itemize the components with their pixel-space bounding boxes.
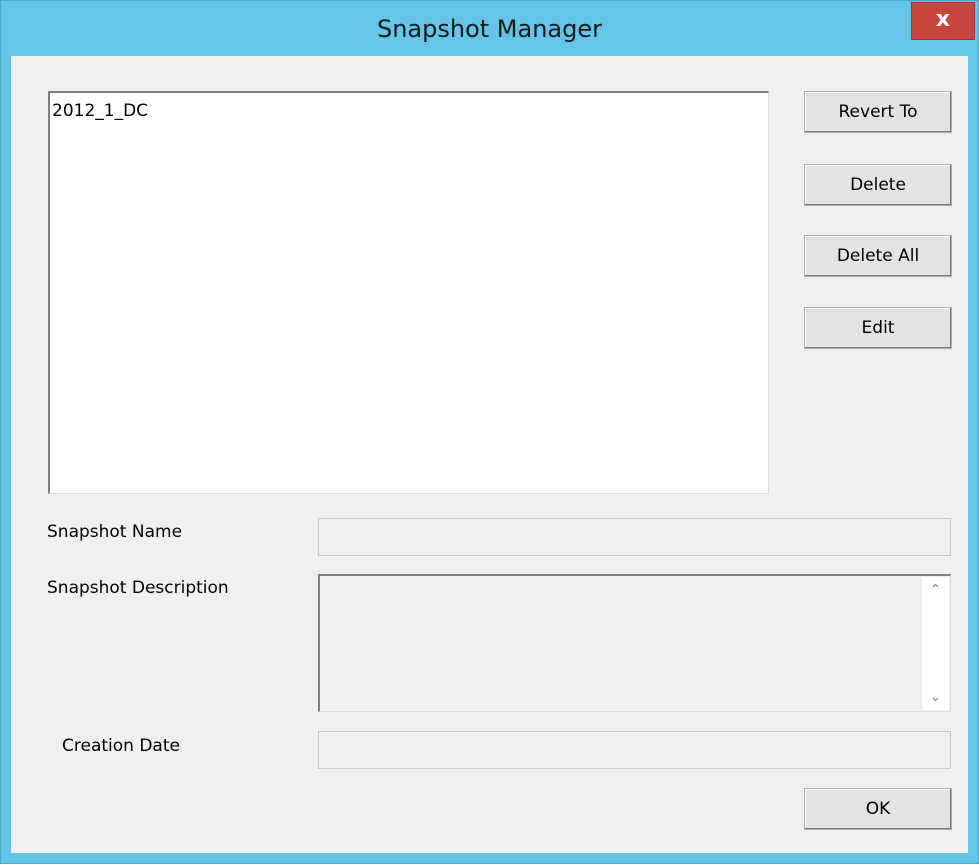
ok-button[interactable]: OK	[804, 788, 952, 830]
snapshot-description-label: Snapshot Description	[47, 578, 229, 598]
delete-all-button[interactable]: Delete All	[804, 235, 952, 277]
edit-button[interactable]: Edit	[804, 307, 952, 349]
dialog-client-area: 2012_1_DC Revert To Delete Delete All Ed…	[11, 56, 968, 853]
snapshot-name-field[interactable]	[318, 518, 951, 556]
chevron-down-icon[interactable]: ⌄	[922, 684, 949, 710]
creation-date-field[interactable]	[318, 731, 951, 769]
description-scrollbar[interactable]: ⌃ ⌄	[921, 577, 949, 710]
delete-button[interactable]: Delete	[804, 164, 952, 206]
snapshot-name-label: Snapshot Name	[47, 522, 183, 542]
snapshot-list[interactable]: 2012_1_DC	[48, 91, 769, 494]
snapshot-manager-window: Snapshot Manager x 2012_1_DC Revert To D…	[0, 0, 979, 864]
close-button[interactable]: x	[911, 2, 975, 40]
chevron-up-icon[interactable]: ⌃	[922, 577, 949, 603]
window-title: Snapshot Manager	[376, 15, 603, 43]
creation-date-label: Creation Date	[62, 736, 180, 756]
revert-to-button[interactable]: Revert To	[804, 91, 952, 133]
close-icon: x	[935, 7, 951, 32]
snapshot-description-field[interactable]: ⌃ ⌄	[318, 574, 951, 712]
list-item[interactable]: 2012_1_DC	[52, 101, 148, 121]
